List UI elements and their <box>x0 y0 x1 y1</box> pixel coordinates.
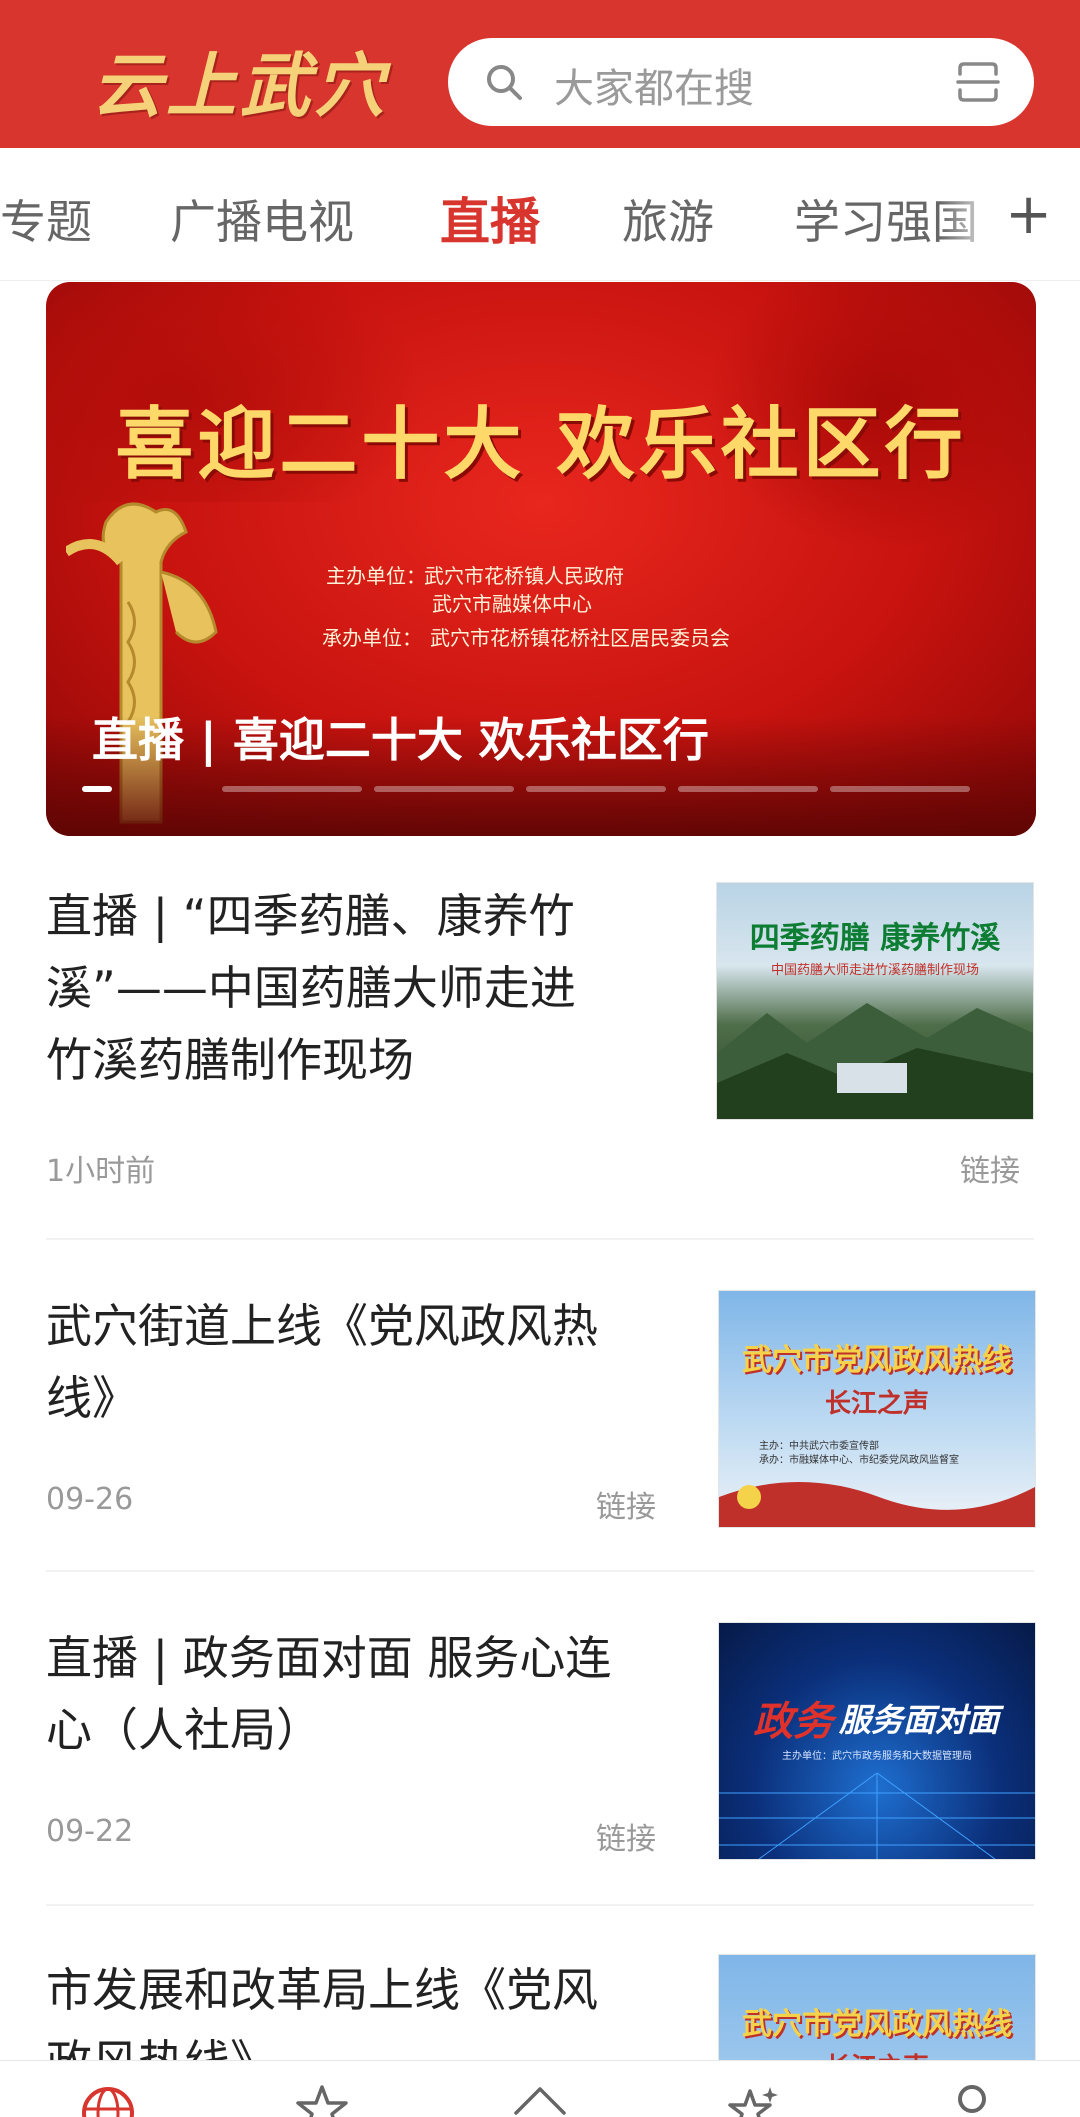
news-title-line: 直播 | 政务面对面 服务心连 <box>46 1631 612 1685</box>
banner-caption: 直播 | 喜迎二十大 欢乐社区行 <box>92 713 709 767</box>
tab-travel[interactable]: 旅游 <box>622 186 714 252</box>
banner-co-organizer-label: 承办单位： <box>322 626 422 650</box>
tab-special[interactable]: 专题 <box>0 186 92 252</box>
banner-organizer-2: 武穴市融媒体中心 <box>432 592 592 616</box>
thumb-title: 武穴市党风政风热线 <box>742 1343 1012 1378</box>
thumb-title-accent: 政务 <box>753 1699 833 1745</box>
item-divider <box>46 1904 1034 1906</box>
news-item[interactable]: 市发展和改革局上线《党风 政风热线》 武穴市党风政风热线 长江之声 <box>46 1954 1036 2060</box>
thumb-subtitle: 长江之声 <box>719 2047 1035 2060</box>
tech-grid-decoration <box>719 1773 1035 1859</box>
pagination-dot[interactable] <box>374 786 514 792</box>
news-title-line: 竹溪药膳制作现场 <box>46 1033 414 1087</box>
user-icon[interactable] <box>942 2083 1002 2117</box>
tab-broadcast-tv[interactable]: 广播电视 <box>170 186 354 252</box>
news-time: 09-26 <box>46 1482 134 1517</box>
news-thumbnail[interactable]: 四季药膳 康养竹溪 中国药膳大师走进竹溪药膳制作现场 <box>716 882 1034 1120</box>
news-title-line: 溪”——中国药膳大师走进 <box>46 961 576 1015</box>
tab-live[interactable]: 直播 <box>440 182 540 254</box>
tab-fade <box>940 148 1000 280</box>
thumb-title: 服务面对面 <box>839 1701 1000 1739</box>
news-title-line: 心（人社局） <box>46 1703 322 1757</box>
news-link-tag[interactable]: 链接 <box>596 1814 656 1858</box>
banner-headline: 喜迎二十大 欢乐社区行 <box>115 399 967 490</box>
thumb-title: 四季药膳 康养竹溪 <box>749 921 1001 956</box>
search-bar[interactable]: 大家都在搜 <box>448 38 1034 126</box>
news-title-line: 直播 | “四季药膳、康养竹 <box>46 889 575 943</box>
pagination-dot[interactable] <box>82 786 112 792</box>
news-item[interactable]: 直播 | 政务面对面 服务心连 心（人社局） 09-22 链接 政务 服务面对面… <box>46 1622 1036 1882</box>
news-item[interactable]: 直播 | “四季药膳、康养竹 溪”——中国药膳大师走进 竹溪药膳制作现场 1小时… <box>46 880 1036 1189</box>
item-divider <box>46 1238 1034 1240</box>
news-thumbnail[interactable]: 政务 服务面对面 主办单位：武穴市政务服务和大数据管理局 <box>718 1622 1036 1860</box>
globe-icon[interactable] <box>78 2083 138 2117</box>
banner-co-organizer: 武穴市花桥镇花桥社区居民委员会 <box>430 626 730 650</box>
news-title-line: 市发展和改革局上线《党风 <box>46 1963 598 2017</box>
search-placeholder: 大家都在搜 <box>554 66 754 112</box>
home-icon[interactable] <box>510 2083 570 2117</box>
app-header: 云上武穴 大家都在搜 <box>0 0 1080 148</box>
sparkle-star-icon[interactable] <box>724 2083 784 2117</box>
banner-organizer-label: 主办单位： <box>326 564 426 588</box>
scan-icon[interactable] <box>954 58 1002 106</box>
mountain-landscape-image <box>717 1003 1033 1119</box>
red-wave-decoration <box>719 1482 1035 1527</box>
item-divider <box>46 1570 1034 1572</box>
category-tabs: 专题 广播电视 直播 旅游 学习强国 + <box>0 148 1080 281</box>
news-link-tag[interactable]: 链接 <box>596 1482 656 1526</box>
news-time: 09-22 <box>46 1814 134 1849</box>
thumb-subtitle: 主办单位：武穴市政务服务和大数据管理局 <box>782 1751 972 1762</box>
app-logo[interactable]: 云上武穴 <box>92 30 388 131</box>
thumb-org-1: 主办：中共武穴市委宣传部 <box>759 1441 879 1452</box>
news-title-line: 政风热线》 <box>46 2026 276 2060</box>
search-icon <box>487 65 522 100</box>
pagination-dot[interactable] <box>526 786 666 792</box>
news-link-tag[interactable]: 链接 <box>960 1146 1020 1190</box>
add-tab-button[interactable]: + <box>995 182 1052 247</box>
news-item[interactable]: 武穴街道上线《党风政风热 线》 09-26 链接 武穴市党风政风热线 长江之声 … <box>46 1290 1036 1550</box>
pagination-dot[interactable] <box>678 786 818 792</box>
news-time: 1小时前 <box>46 1154 156 1189</box>
news-title-line: 武穴街道上线《党风政风热 <box>46 1299 598 1353</box>
banner-pagination <box>82 786 1002 792</box>
thumb-org-2: 承办：市融媒体中心、市纪委党风政风监督室 <box>759 1455 959 1466</box>
news-thumbnail[interactable]: 武穴市党风政风热线 长江之声 主办：中共武穴市委宣传部 承办：市融媒体中心、市纪… <box>718 1290 1036 1528</box>
banner-organizer-1: 武穴市花桥镇人民政府 <box>424 564 624 588</box>
thumb-subtitle: 长江之声 <box>824 1389 929 1419</box>
news-thumbnail[interactable]: 武穴市党风政风热线 长江之声 <box>718 1954 1036 2060</box>
thumb-subtitle: 中国药膳大师走进竹溪药膳制作现场 <box>770 963 979 978</box>
pagination-dot[interactable] <box>830 786 970 792</box>
star-icon[interactable] <box>292 2083 352 2117</box>
news-title-line: 线》 <box>46 1371 138 1425</box>
thumb-title: 武穴市党风政风热线 <box>742 2007 1012 2042</box>
live-banner[interactable]: 喜迎二十大 欢乐社区行 主办单位： 武穴市花桥镇人民政府 武穴市融媒体中心 承办… <box>46 282 1036 836</box>
pagination-dot[interactable] <box>222 786 362 792</box>
bottom-navigation <box>0 2060 1080 2117</box>
